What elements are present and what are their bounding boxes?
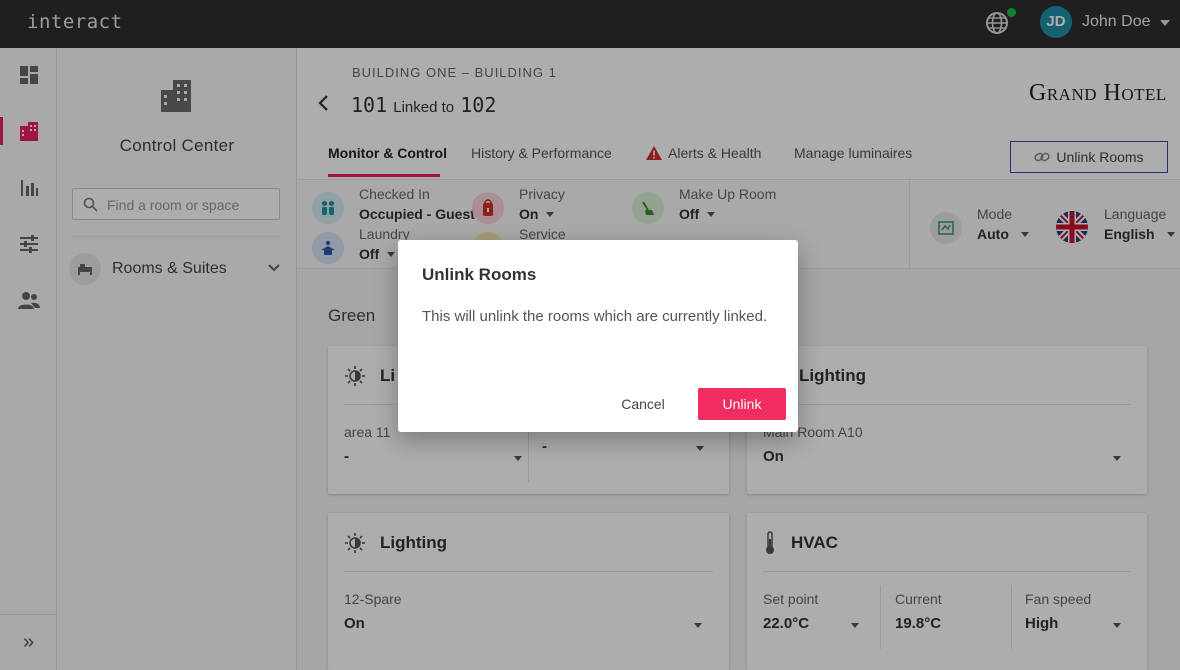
unlink-button[interactable]: Unlink — [698, 388, 786, 420]
cancel-button[interactable]: Cancel — [610, 388, 676, 420]
dialog-title: Unlink Rooms — [422, 265, 537, 284]
dialog-message: This will unlink the rooms which are cur… — [422, 308, 768, 325]
unlink-rooms-dialog: Unlink Rooms This will unlink the rooms … — [398, 240, 798, 432]
